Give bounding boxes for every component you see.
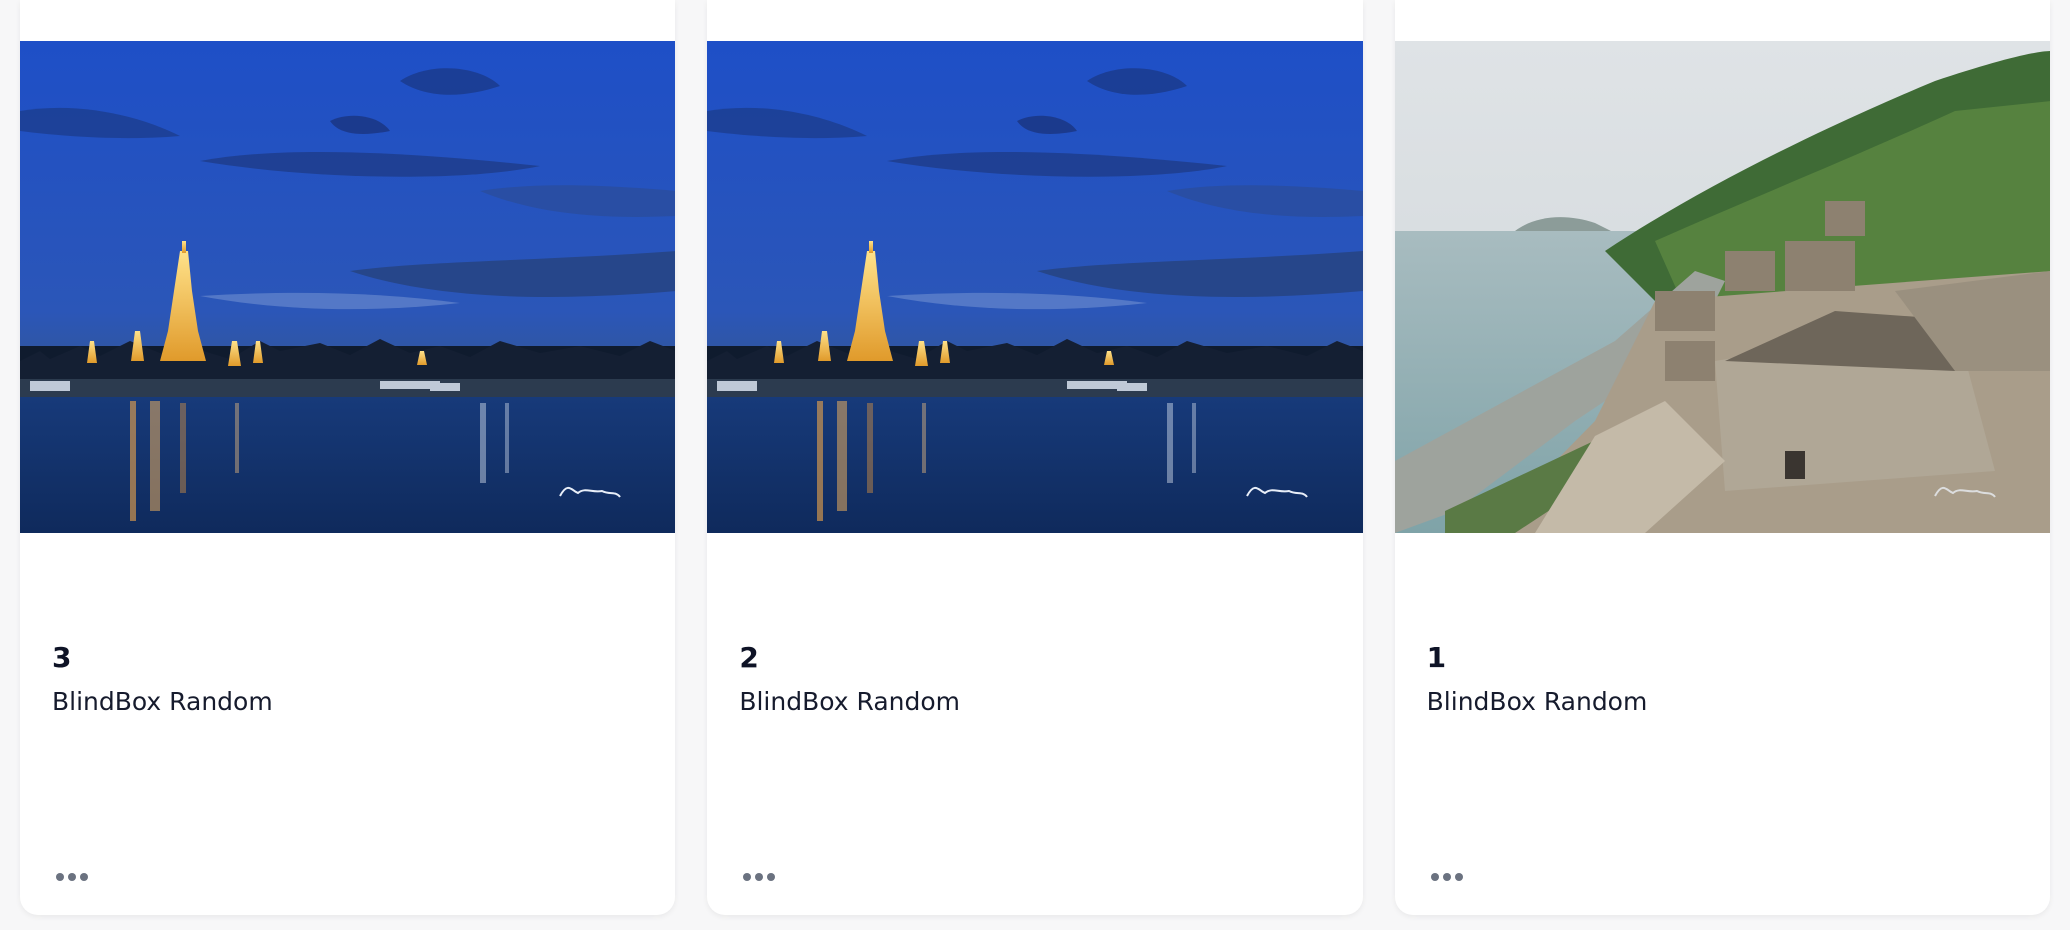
- card-number: 1: [1426, 641, 1447, 674]
- card-title: BlindBox Random: [1426, 687, 1648, 716]
- more-horizontal-icon[interactable]: [1425, 860, 1469, 894]
- card-image[interactable]: [1395, 41, 2050, 533]
- collection-card[interactable]: 1 BlindBox Random: [1394, 0, 2050, 915]
- dot: [68, 873, 76, 881]
- card-title: BlindBox Random: [739, 687, 961, 716]
- dot: [56, 873, 64, 881]
- dot: [1430, 873, 1439, 881]
- dot: [80, 873, 88, 881]
- card-number: 2: [739, 641, 759, 674]
- more-horizontal-icon[interactable]: [50, 860, 94, 894]
- dot: [755, 873, 764, 881]
- card-title: BlindBox Random: [52, 687, 273, 716]
- more-horizontal-icon[interactable]: [737, 860, 781, 894]
- card-grid: 3 BlindBox Random 2 BlindBox Random 1 Bl…: [20, 0, 2050, 915]
- collection-card[interactable]: 2 BlindBox Random: [707, 0, 1363, 915]
- collection-card[interactable]: 3 BlindBox Random: [20, 0, 676, 915]
- dot: [1442, 873, 1451, 881]
- card-image[interactable]: [707, 41, 1362, 533]
- dot: [767, 873, 776, 881]
- dot: [743, 873, 752, 881]
- card-image[interactable]: [20, 41, 675, 533]
- dot: [1454, 873, 1463, 881]
- card-number: 3: [52, 641, 72, 674]
